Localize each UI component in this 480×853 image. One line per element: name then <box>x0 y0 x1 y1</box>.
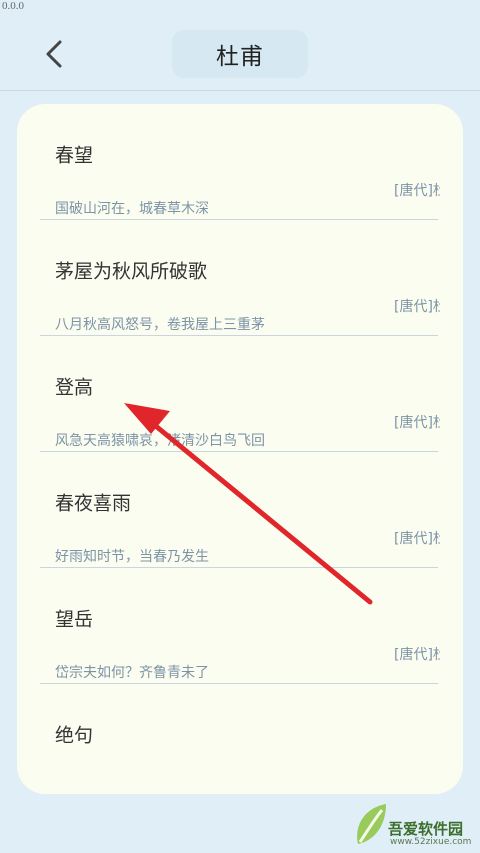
poem-item-jueju[interactable]: 绝句 <box>17 684 463 794</box>
poem-first-line: 八月秋高风怒号，卷我屋上三重茅 <box>55 317 265 333</box>
poem-author: [唐代]杜甫 <box>394 415 440 431</box>
poem-item-denggao[interactable]: 登高 风急天高猿啸哀，渚清沙白鸟飞回 [唐代]杜甫 <box>17 336 463 452</box>
poem-item-chunwang[interactable]: 春望 国破山河在，城春草木深 [唐代]杜甫 <box>17 104 463 220</box>
page-title: 杜甫 <box>216 44 264 70</box>
back-button[interactable] <box>34 34 74 74</box>
poem-first-line: 风急天高猿啸哀，渚清沙白鸟飞回 <box>55 433 265 449</box>
watermark-brand: 吾爱软件园 <box>388 820 464 838</box>
poem-list: 春望 国破山河在，城春草木深 [唐代]杜甫 茅屋为秋风所破歌 八月秋高风怒号，卷… <box>17 104 463 794</box>
poem-item-chunyexiyu[interactable]: 春夜喜雨 好雨知时节，当春乃发生 [唐代]杜甫 <box>17 452 463 568</box>
poem-title: 绝句 <box>55 724 94 747</box>
poem-author: [唐代]杜甫 <box>394 531 440 547</box>
poem-item-maowu[interactable]: 茅屋为秋风所破歌 八月秋高风怒号，卷我屋上三重茅 [唐代]杜甫 <box>17 220 463 336</box>
poem-author: [唐代]杜甫 <box>394 299 440 315</box>
poem-title: 春夜喜雨 <box>55 492 132 515</box>
chevron-left-icon <box>46 40 62 68</box>
poem-first-line: 好雨知时节，当春乃发生 <box>55 549 209 565</box>
poem-title: 春望 <box>55 144 94 167</box>
header: 杜甫 <box>0 0 480 90</box>
watermark: 吾爱软件园 www.52zixue.com <box>352 796 476 850</box>
poem-item-wangyue[interactable]: 望岳 岱宗夫如何？齐鲁青未了 [唐代]杜甫 <box>17 568 463 684</box>
leaf-logo-icon <box>357 804 386 844</box>
page-title-container: 杜甫 <box>172 30 308 78</box>
poem-author: [唐代]杜甫 <box>394 647 440 663</box>
poem-first-line: 岱宗夫如何？齐鲁青未了 <box>55 665 209 681</box>
poem-title: 望岳 <box>55 608 94 631</box>
poem-title: 茅屋为秋风所破歌 <box>55 260 208 283</box>
header-divider <box>0 90 480 91</box>
watermark-url: www.52zixue.com <box>390 837 472 847</box>
poem-first-line: 国破山河在，城春草木深 <box>55 201 209 217</box>
poem-author: [唐代]杜甫 <box>394 183 440 199</box>
poem-title: 登高 <box>55 376 94 399</box>
